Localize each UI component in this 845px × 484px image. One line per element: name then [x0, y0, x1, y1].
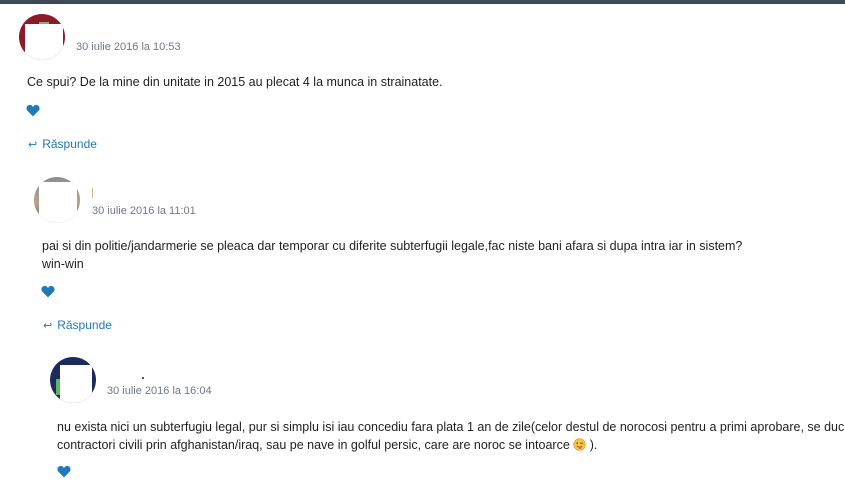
heart-icon[interactable]: [41, 285, 55, 298]
reply-label: Răspunde: [42, 137, 97, 151]
comment-text-line: contractori civili prin afghanistan/iraq…: [57, 436, 597, 454]
avatar[interactable]: [34, 177, 80, 223]
avatar[interactable]: [19, 14, 65, 60]
reply-label: Răspunde: [57, 318, 112, 332]
comment-text-line: win-win: [42, 257, 84, 271]
reply-link[interactable]: ↩ Răspunde: [43, 318, 112, 332]
author-name-marker: [92, 188, 93, 198]
comment-text-segment: ).: [589, 438, 598, 452]
comment-text: pai si din politie/jandarmerie se pleaca…: [42, 239, 743, 253]
wink-tongue-emoji-icon: [573, 438, 586, 451]
author-name-marker: [142, 377, 144, 379]
comment-text-segment: contractori civili prin afghanistan/iraq…: [57, 438, 570, 452]
comment-text: nu exista nici un subterfugiu legal, pur…: [57, 420, 845, 434]
comment-date[interactable]: 30 iulie 2016 la 16:04: [107, 385, 212, 397]
top-bar: [0, 0, 845, 4]
comment-text: Ce spui? De la mine din unitate in 2015 …: [27, 75, 443, 89]
comment-date[interactable]: 30 iulie 2016 la 10:53: [76, 41, 181, 53]
comment-date[interactable]: 30 iulie 2016 la 11:01: [92, 205, 196, 217]
reply-arrow-icon: ↩: [28, 139, 38, 151]
heart-icon[interactable]: [26, 104, 40, 117]
reply-link[interactable]: ↩ Răspunde: [28, 137, 97, 151]
reply-arrow-icon: ↩: [43, 320, 53, 332]
heart-icon[interactable]: [57, 465, 71, 478]
avatar[interactable]: [50, 357, 96, 403]
